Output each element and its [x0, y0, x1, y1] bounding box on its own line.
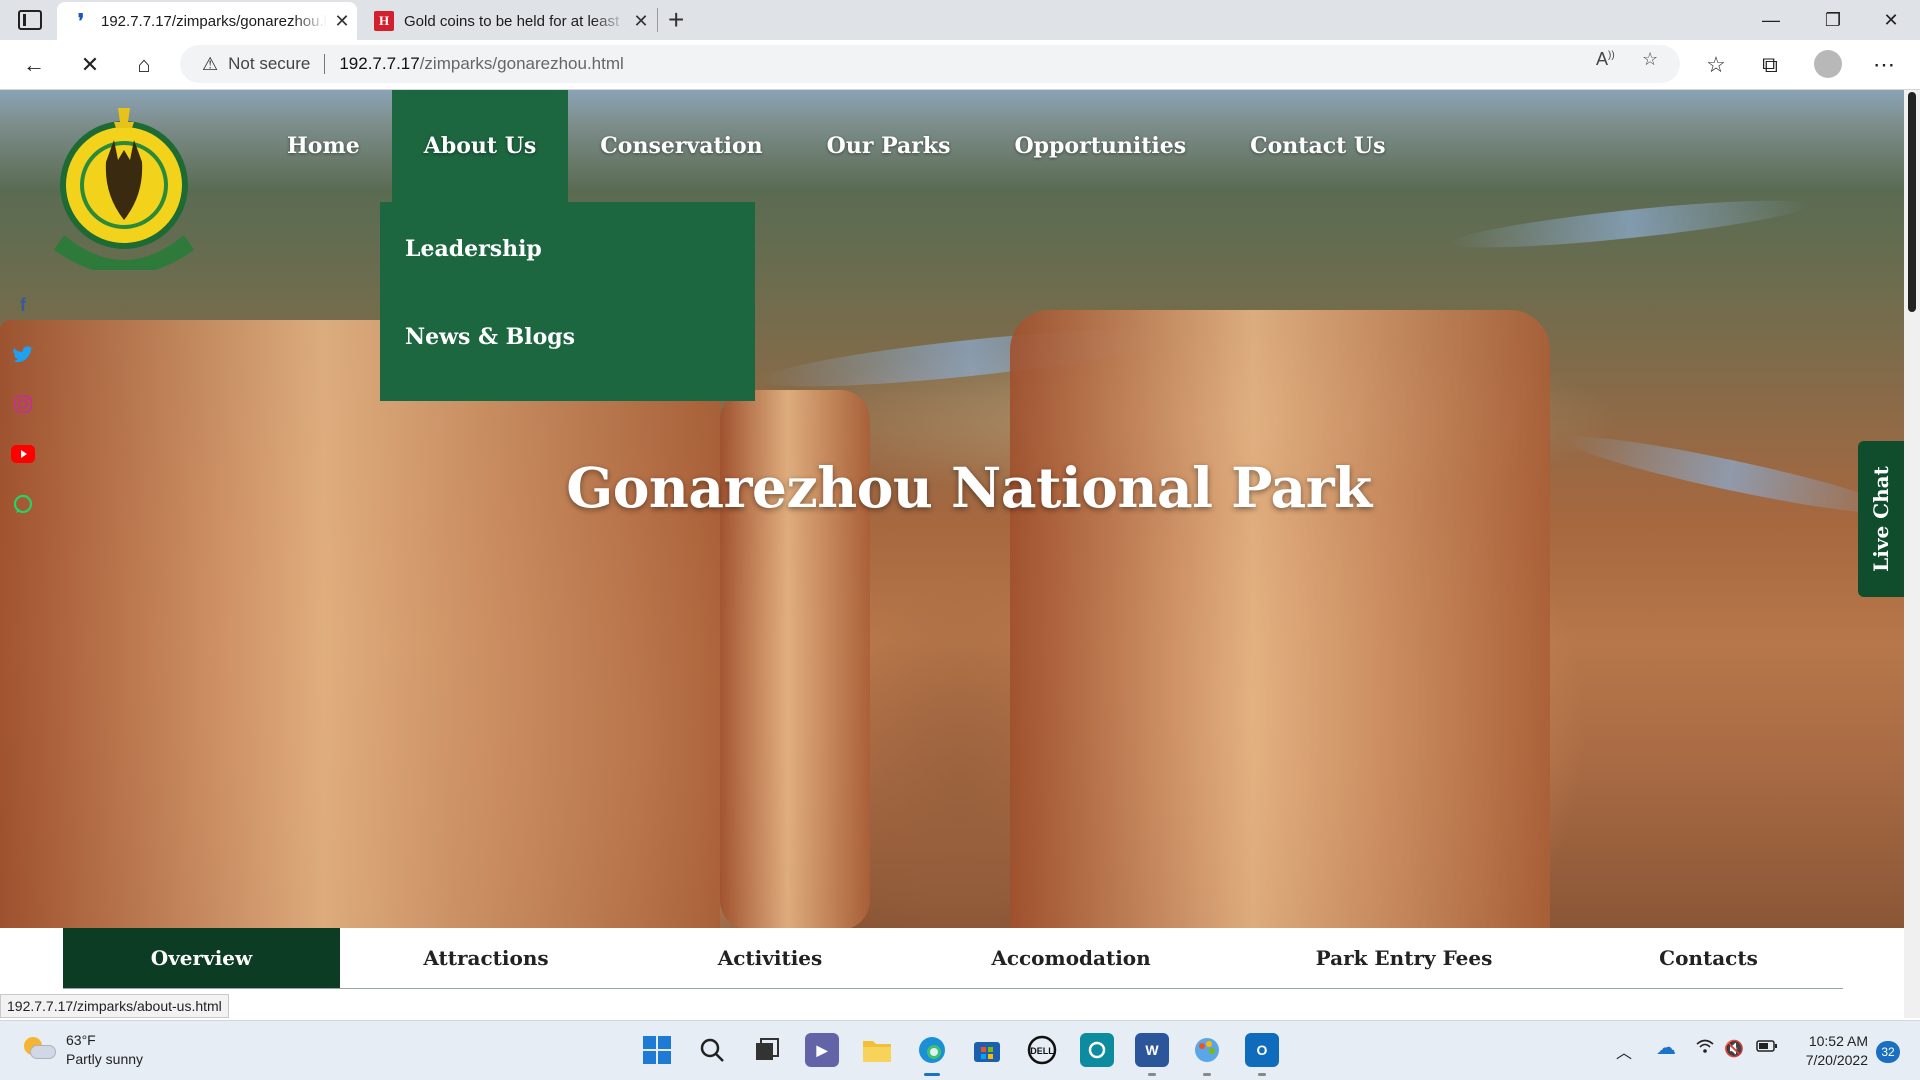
dropdown-item-leadership[interactable]: Leadership: [405, 236, 542, 262]
zimparks-logo[interactable]: [44, 100, 204, 270]
nav-about-us[interactable]: About Us: [391, 90, 569, 202]
show-hidden-icons-icon[interactable]: ︿: [1616, 1039, 1632, 1063]
search-icon[interactable]: [695, 1033, 729, 1067]
clock-date: 7/20/2022: [1805, 1052, 1868, 1068]
page-scrollbar[interactable]: [1904, 90, 1920, 1018]
hero-title-text: Gonarezhou National Park: [566, 455, 1372, 520]
weather-temp: 63°F: [66, 1032, 96, 1048]
tab-overview[interactable]: Overview: [63, 928, 340, 988]
battery-icon[interactable]: [1756, 1039, 1778, 1058]
task-view-icon[interactable]: [750, 1033, 784, 1067]
favorites-icon[interactable]: ☆: [1700, 50, 1732, 80]
url-path: /zimparks/gonarezhou.html: [419, 54, 624, 73]
edge-browser-icon[interactable]: [915, 1033, 949, 1076]
outlook-icon[interactable]: O: [1245, 1033, 1279, 1076]
start-icon[interactable]: [640, 1033, 674, 1067]
browser-tab-bar: ❜ 192.7.7.17/zimparks/gonarezhou.html ✕ …: [0, 0, 1920, 40]
warning-icon: ⚠: [202, 53, 219, 74]
onedrive-icon[interactable]: ☁: [1656, 1035, 1676, 1060]
scrollbar-thumb[interactable]: [1908, 92, 1916, 312]
back-icon[interactable]: ←: [18, 50, 50, 80]
park-tabs: Overview Attractions Activities Accomoda…: [0, 928, 1904, 1018]
address-divider: [324, 54, 326, 74]
read-aloud-icon[interactable]: A)): [1596, 49, 1615, 70]
tab-contacts[interactable]: Contacts: [1574, 928, 1843, 988]
about-us-dropdown: Leadership News & Blogs: [380, 202, 755, 401]
twitter-icon[interactable]: [10, 342, 36, 368]
tab-attractions[interactable]: Attractions: [340, 928, 632, 988]
nav-home[interactable]: Home: [255, 90, 392, 202]
cortana-icon[interactable]: [1080, 1033, 1114, 1067]
security-label[interactable]: Not secure: [228, 54, 310, 74]
tab-title: Gold coins to be held for at least 180 d…: [404, 12, 626, 30]
tabs-underline: [63, 988, 1843, 989]
restore-icon[interactable]: ❐: [1810, 6, 1856, 34]
add-favorite-icon[interactable]: ☆: [1642, 49, 1658, 70]
collections-icon[interactable]: ⧉: [1754, 50, 1786, 80]
profile-avatar[interactable]: [1814, 50, 1842, 78]
url-text[interactable]: 192.7.7.17/zimparks/gonarezhou.html: [339, 54, 623, 74]
herald-favicon-icon: H: [374, 11, 394, 31]
file-explorer-icon[interactable]: [860, 1033, 894, 1067]
rock-pillar-right: [1010, 310, 1550, 928]
facebook-icon[interactable]: f: [10, 292, 36, 318]
tab-title: 192.7.7.17/zimparks/gonarezhou.html: [101, 12, 327, 30]
main-nav: Home About Us Conservation Our Parks Opp…: [255, 90, 1418, 202]
home-icon[interactable]: ⌂: [128, 50, 160, 80]
notification-count-badge[interactable]: 32: [1876, 1041, 1900, 1063]
minimize-icon[interactable]: —: [1748, 6, 1794, 34]
teams-chat-icon[interactable]: ▶: [805, 1033, 839, 1067]
dell-icon[interactable]: DELL: [1025, 1033, 1059, 1067]
river-decoration: [1449, 191, 1811, 257]
svg-text:DELL: DELL: [1030, 1046, 1054, 1056]
partly-sunny-icon: [22, 1037, 56, 1063]
browser-toolbar: ← ✕ ⌂ ⚠ Not secure 192.7.7.17/zimparks/g…: [0, 40, 1920, 90]
tab-activities[interactable]: Activities: [632, 928, 908, 988]
live-chat-label: Live Chat: [1869, 466, 1893, 572]
clock-time: 10:52 AM: [1808, 1033, 1868, 1049]
tab-accomodation[interactable]: Accomodation: [908, 928, 1234, 988]
rock-cliff-left: [0, 320, 720, 928]
volume-muted-icon[interactable]: 🔇: [1724, 1039, 1744, 1059]
browser-tab[interactable]: H Gold coins to be held for at least 180…: [360, 2, 656, 40]
live-chat-button[interactable]: Live Chat: [1858, 441, 1904, 597]
browser-tab-active[interactable]: ❜ 192.7.7.17/zimparks/gonarezhou.html ✕: [57, 2, 357, 40]
paint-icon[interactable]: [1190, 1033, 1224, 1076]
windows-taskbar: 63°F Partly sunny ▶ DELL W O ︿ ☁ 🔇 10:52…: [0, 1020, 1920, 1080]
microsoft-store-icon[interactable]: [970, 1033, 1004, 1067]
word-icon[interactable]: W: [1135, 1033, 1169, 1076]
system-clock[interactable]: 10:52 AM 7/20/2022: [1790, 1032, 1868, 1070]
url-host: 192.7.7.17: [339, 54, 420, 73]
tab-park-entry-fees[interactable]: Park Entry Fees: [1234, 928, 1574, 988]
status-bar-link: 192.7.7.17/zimparks/about-us.html: [0, 994, 229, 1018]
close-window-icon[interactable]: ✕: [1868, 6, 1914, 34]
tab-actions-icon[interactable]: [18, 10, 42, 30]
zimparks-favicon-icon: ❜: [77, 10, 85, 33]
dropdown-item-news-blogs[interactable]: News & Blogs: [405, 324, 575, 350]
tab-divider: [657, 8, 658, 32]
hero-title: Gonarezhou National Park: [0, 455, 1904, 520]
new-tab-icon[interactable]: +: [668, 4, 684, 36]
close-tab-icon[interactable]: ✕: [626, 11, 656, 32]
stop-loading-icon[interactable]: ✕: [74, 50, 106, 80]
weather-widget[interactable]: 63°F Partly sunny: [22, 1031, 143, 1069]
nav-conservation[interactable]: Conservation: [568, 90, 794, 202]
nav-contact-us[interactable]: Contact Us: [1218, 90, 1417, 202]
nav-opportunities[interactable]: Opportunities: [983, 90, 1219, 202]
more-menu-icon[interactable]: ⋯: [1868, 50, 1900, 80]
instagram-icon[interactable]: [10, 391, 36, 417]
address-bar[interactable]: ⚠ Not secure 192.7.7.17/zimparks/gonarez…: [180, 45, 1680, 83]
close-tab-icon[interactable]: ✕: [327, 11, 357, 32]
nav-our-parks[interactable]: Our Parks: [795, 90, 983, 202]
weather-desc: Partly sunny: [66, 1051, 144, 1067]
wifi-icon[interactable]: [1696, 1039, 1714, 1060]
